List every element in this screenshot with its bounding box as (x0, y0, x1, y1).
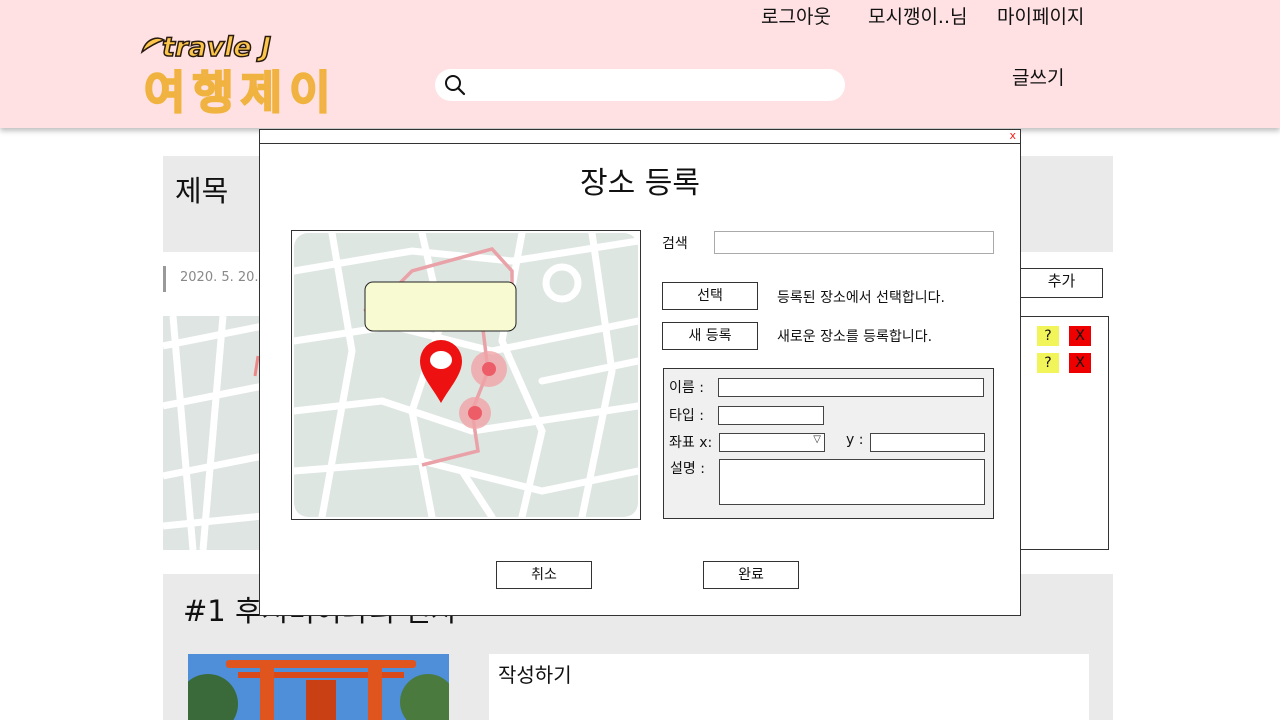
search-icon (445, 75, 466, 96)
mypage-link[interactable]: 마이페이지 (997, 2, 1084, 29)
new-place-button[interactable]: 새 등록 (662, 322, 758, 350)
coord-y-field[interactable] (870, 433, 985, 452)
name-label: 이름 : (669, 380, 704, 396)
write-textarea[interactable]: 작성하기 (489, 654, 1089, 720)
place-photo (188, 654, 449, 720)
coord-x-label: 좌표 x: (669, 435, 713, 451)
type-label: 타입 : (669, 408, 704, 424)
place-delete-button[interactable]: X (1069, 326, 1091, 346)
type-field[interactable] (718, 406, 824, 425)
place-search-field[interactable] (714, 231, 994, 254)
coord-y-label: y : (846, 432, 864, 448)
logout-link[interactable]: 로그아웃 (761, 2, 831, 29)
chevron-down-icon: ▽ (813, 434, 821, 445)
map-graphic (292, 231, 640, 519)
new-description: 새로운 장소를 등록합니다. (777, 329, 933, 345)
post-title[interactable]: 제목 (175, 168, 228, 210)
route-map-background (163, 316, 263, 550)
place-map[interactable] (291, 230, 641, 520)
place-help-button[interactable]: ? (1037, 353, 1059, 373)
user-name-link[interactable]: 모시깽이..님 (868, 2, 967, 29)
post-date-panel: 2020. 5. 20. (163, 266, 263, 292)
modal-close-button[interactable]: x (1009, 129, 1016, 142)
site-header: 로그아웃 모시깽이..님 마이페이지 travle J 여행제이 글쓰기 (0, 0, 1280, 128)
cancel-button[interactable]: 취소 (496, 561, 592, 589)
modal-title-bar: x (260, 129, 1020, 144)
search-input[interactable] (435, 69, 845, 101)
add-place-button[interactable]: 추가 (1020, 268, 1103, 298)
select-place-button[interactable]: 선택 (662, 282, 758, 310)
place-register-modal: x 장소 등록 검색 선택 등록된 장소에서 선택합니다. 새 등록 새로운 장… (259, 129, 1021, 616)
write-area-label: 작성하기 (498, 663, 572, 687)
description-field[interactable] (719, 459, 985, 505)
logo-korean: 여행제이 (143, 65, 338, 120)
name-field[interactable] (718, 378, 984, 397)
search-label: 검색 (662, 236, 688, 252)
write-post-link[interactable]: 글쓰기 (1012, 63, 1064, 90)
place-help-button[interactable]: ? (1037, 326, 1059, 346)
place-list: ? X ? X (1020, 316, 1109, 550)
torii-gate-image (188, 654, 449, 720)
site-logo[interactable]: travle J 여행제이 (140, 30, 375, 120)
done-button[interactable]: 완료 (703, 561, 799, 589)
select-description: 등록된 장소에서 선택합니다. (777, 290, 945, 306)
post-date: 2020. 5. 20. (180, 270, 259, 285)
place-delete-button[interactable]: X (1069, 353, 1091, 373)
map-streets-graphic (163, 316, 263, 550)
description-label: 설명 : (670, 461, 705, 477)
modal-title: 장소 등록 (580, 166, 700, 201)
coord-x-select[interactable]: ▽ (719, 433, 825, 452)
place-detail-form: 이름 : 타입 : 좌표 x: ▽ y : 설명 : (663, 368, 994, 519)
